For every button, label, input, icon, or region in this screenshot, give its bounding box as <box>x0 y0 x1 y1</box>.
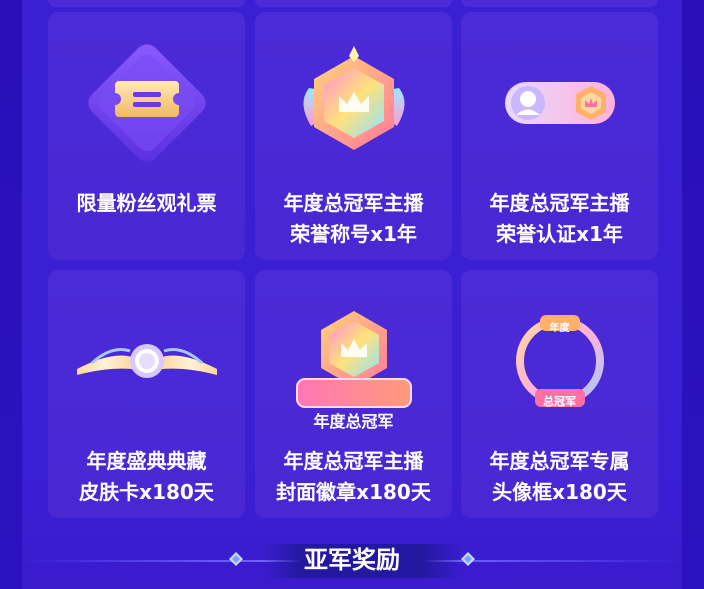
reward-card-skin[interactable]: 年度盛典典藏 皮肤卡x180天 <box>48 270 245 518</box>
section-title: 亚军奖励 <box>304 546 400 574</box>
reward-label: 年度总冠军专属 头像框x180天 <box>489 449 630 504</box>
cover-badge-icon: 年度总冠军 <box>255 288 452 434</box>
reward-card-verification[interactable]: 年度总冠军主播 荣誉认证x1年 <box>461 12 658 260</box>
reward-card-ticket[interactable]: 限量粉丝观礼票 <box>48 12 245 260</box>
cover-badge-text: 年度总冠军 <box>313 412 394 431</box>
reward-label: 年度盛典典藏 皮肤卡x180天 <box>79 449 214 504</box>
reward-label: 限量粉丝观礼票 <box>76 191 217 215</box>
verification-badge-icon <box>461 30 658 176</box>
frame-bottom-text: 总冠军 <box>543 395 576 408</box>
page: 限量粉丝观礼票 年度总冠军主播 荣誉称号x1年 年度总冠军主播 荣誉认证x1年 … <box>0 0 704 589</box>
crown-badge-icon <box>255 30 452 176</box>
ticket-icon <box>48 30 245 176</box>
card-stub <box>48 0 245 7</box>
reward-label: 年度总冠军主播 封面徽章x180天 <box>276 449 431 504</box>
reward-card-avatar-frame[interactable]: 年度 总冠军 年度总冠军专属 头像框x180天 <box>461 270 658 518</box>
reward-label: 年度总冠军主播 荣誉称号x1年 <box>283 191 424 246</box>
reward-card-title[interactable]: 年度总冠军主播 荣誉称号x1年 <box>255 12 452 260</box>
card-stub <box>461 0 658 7</box>
reward-card-cover-badge[interactable]: 年度总冠军 年度总冠军主播 封面徽章x180天 <box>255 270 452 518</box>
avatar-frame-icon: 年度 总冠军 <box>461 288 658 434</box>
wing-skin-icon <box>48 288 245 434</box>
card-stub <box>255 0 452 7</box>
section-header-runner-up: 亚军奖励 <box>22 540 682 580</box>
reward-label: 年度总冠军主播 荣誉认证x1年 <box>489 191 630 246</box>
frame-top-text: 年度 <box>549 323 570 334</box>
